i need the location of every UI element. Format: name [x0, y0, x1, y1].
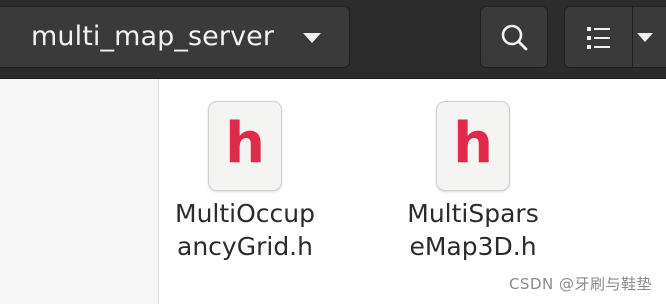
list-view-button[interactable]: [565, 7, 633, 67]
watermark: CSDN @牙刷与鞋垫: [508, 275, 652, 293]
search-button[interactable]: [480, 6, 548, 68]
file-type-letter: h: [225, 111, 265, 176]
path-bar-button[interactable]: multi_map_server: [0, 6, 350, 68]
file-grid: h MultiOccup ancyGrid.h h MultiSpars eMa…: [160, 79, 666, 304]
list-view-icon: [587, 27, 610, 49]
search-icon: [501, 24, 528, 51]
c-header-file-icon: h: [436, 101, 510, 191]
sidebar: [0, 79, 159, 304]
chevron-down-icon: [637, 33, 653, 42]
header-bar: multi_map_server: [0, 0, 666, 79]
current-folder-label: multi_map_server: [31, 21, 275, 52]
file-name: MultiOccup ancyGrid.h: [175, 199, 315, 261]
file-type-letter: h: [453, 111, 493, 176]
view-menu-button[interactable]: [633, 7, 666, 67]
chevron-down-icon: [303, 33, 321, 43]
view-options-group: [564, 6, 666, 68]
c-header-file-icon: h: [208, 101, 282, 191]
file-name: MultiSpars eMap3D.h: [407, 199, 539, 261]
